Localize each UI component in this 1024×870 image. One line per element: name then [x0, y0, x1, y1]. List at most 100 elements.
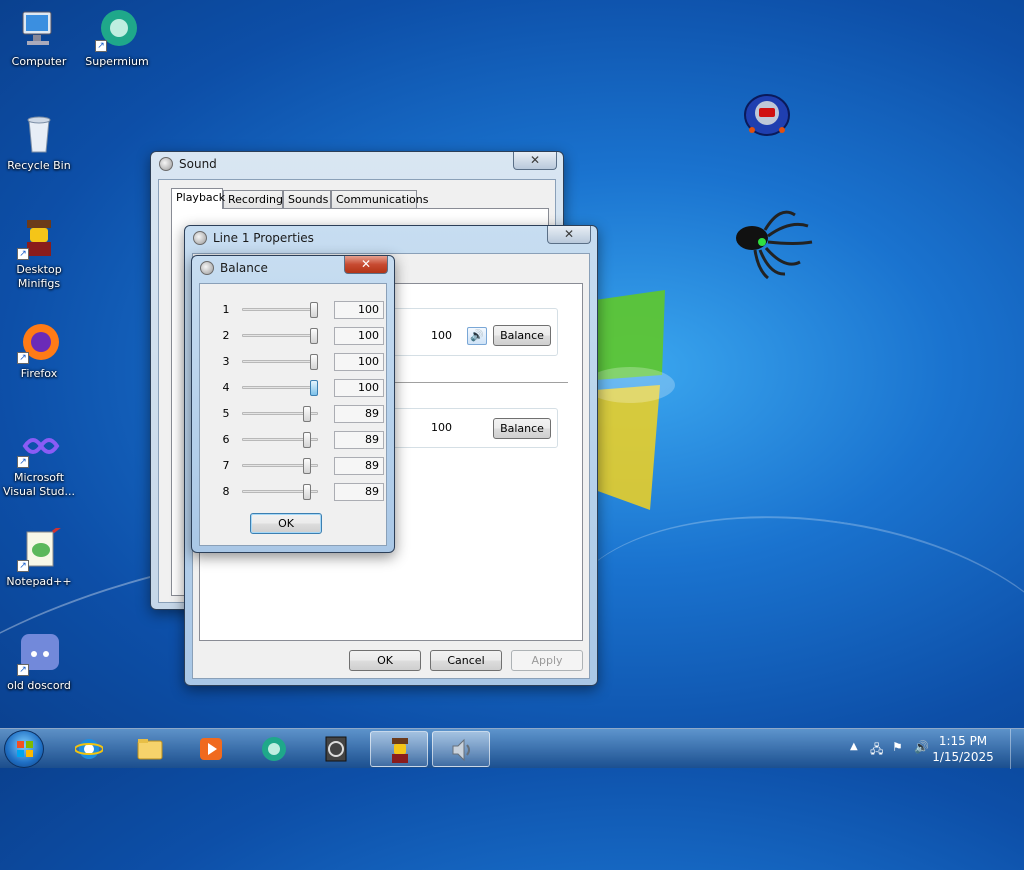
window-title: Line 1 Properties [213, 231, 314, 245]
taskbar-item-media-player[interactable] [182, 731, 240, 767]
channel-label: 4 [222, 381, 230, 394]
desktop-icon-minifigs[interactable]: ↗ Desktop Minifigs [0, 216, 78, 291]
balance-titlebar[interactable]: Balance ✕ [192, 256, 394, 282]
internet-explorer-icon [75, 739, 103, 759]
supermium-icon [262, 737, 286, 761]
tab-playback[interactable]: Playback [171, 188, 225, 209]
desktop-icon-label: Desktop Minifigs [16, 263, 62, 290]
balance-channel-row: 2 100 [220, 326, 390, 346]
shortcut-arrow-icon: ↗ [17, 560, 29, 572]
winrar-icon [325, 736, 347, 762]
channel-value-field[interactable]: 100 [334, 301, 384, 319]
start-button[interactable] [4, 730, 44, 768]
recycle-bin-icon [17, 112, 61, 156]
taskbar-item-winrar[interactable] [307, 731, 365, 767]
action-center-flag-icon[interactable]: ⚑ [892, 740, 903, 754]
desktop-icon-firefox[interactable]: ↗ Firefox [0, 320, 78, 381]
discord-icon: ↗ [17, 632, 61, 676]
slider-thumb[interactable] [302, 484, 311, 500]
balance-channel-row: 3 100 [220, 352, 390, 372]
properties-titlebar[interactable]: Line 1 Properties ✕ [185, 226, 597, 252]
channel-label: 6 [222, 433, 230, 446]
channel-value-field[interactable]: 100 [334, 353, 384, 371]
balance-channel-row: 4 100 [220, 378, 390, 398]
taskbar-item-minifigs[interactable] [370, 731, 428, 767]
tab-communications[interactable]: Communications [331, 190, 428, 208]
desktop-icon-computer[interactable]: Computer [0, 8, 78, 69]
channel-value-field[interactable]: 89 [334, 483, 384, 501]
volume-icon[interactable]: 🔊 [914, 740, 929, 754]
channel-label: 5 [222, 407, 230, 420]
slider-thumb[interactable] [302, 458, 311, 474]
network-icon[interactable]: 🖧 [870, 740, 883, 761]
channel-value-field[interactable]: 89 [334, 405, 384, 423]
desktop-icon-visual-studio[interactable]: ↗ Microsoft Visual Stud... [0, 424, 78, 499]
ok-button[interactable]: OK [349, 650, 421, 671]
desktop-icon-notepadpp[interactable]: ↗ Notepad++ [0, 524, 78, 589]
channel-label: 2 [222, 329, 230, 342]
channel-label: 8 [222, 485, 230, 498]
shortcut-arrow-icon: ↗ [17, 352, 29, 364]
balance-dialog[interactable]: Balance ✕ 1 100 2 100 3 100 4 100 5 89 6 89 7 89 8 89 O… [191, 255, 395, 553]
desktop-icon-recycle-bin[interactable]: Recycle Bin [0, 112, 78, 173]
speaker-icon [452, 738, 470, 762]
slider-track[interactable] [242, 360, 318, 363]
taskbar-item-ie[interactable] [60, 731, 118, 767]
close-button[interactable]: ✕ [344, 256, 388, 274]
desktop-icon-label: old doscord [7, 679, 71, 692]
shortcut-arrow-icon: ↗ [17, 456, 29, 468]
desktop-icon-label: Computer [11, 55, 67, 68]
balance-channel-row: 5 89 [220, 404, 390, 424]
apply-button[interactable]: Apply [511, 650, 583, 671]
channel-value-field[interactable]: 89 [334, 431, 384, 449]
slider-thumb[interactable] [310, 380, 318, 396]
taskbar-item-sound[interactable] [432, 731, 490, 767]
computer-icon [17, 8, 61, 52]
channel-value-field[interactable]: 100 [334, 379, 384, 397]
lego-radio-gadget [744, 94, 790, 136]
slider-thumb[interactable] [302, 406, 311, 422]
slider-thumb[interactable] [310, 302, 318, 318]
octopus-gadget [736, 210, 813, 280]
taskbar-item-explorer[interactable] [121, 731, 179, 767]
desktop-icon-supermium[interactable]: ↗ Supermium [78, 8, 156, 69]
level-value: 100 [431, 329, 452, 342]
windows-logo-icon [17, 741, 33, 757]
slider-track[interactable] [242, 334, 318, 337]
channel-value-field[interactable]: 100 [334, 327, 384, 345]
ok-button[interactable]: OK [250, 513, 322, 534]
level-value: 100 [431, 421, 452, 434]
visual-studio-icon: ↗ [17, 424, 61, 468]
balance-channel-row: 8 89 [220, 482, 390, 502]
balance-button[interactable]: Balance [493, 325, 551, 346]
clock[interactable]: 1:15 PM 1/15/2025 [928, 733, 998, 765]
close-button[interactable]: ✕ [513, 152, 557, 170]
speaker-icon [200, 261, 214, 275]
level-group-2: 100 Balance [390, 408, 558, 448]
slider-thumb[interactable] [310, 328, 318, 344]
cancel-button[interactable]: Cancel [430, 650, 502, 671]
slider-thumb[interactable] [302, 432, 311, 448]
tab-recording[interactable]: Recording [223, 190, 283, 208]
channel-label: 7 [222, 459, 230, 472]
notepadpp-icon: ↗ [17, 524, 62, 572]
speaker-icon [193, 231, 207, 245]
balance-button[interactable]: Balance [493, 418, 551, 439]
tab-sounds[interactable]: Sounds [283, 190, 331, 208]
desktop-icon-discord[interactable]: ↗ old doscord [0, 632, 78, 693]
close-button[interactable]: ✕ [547, 226, 591, 244]
supermium-icon: ↗ [95, 8, 139, 52]
slider-thumb[interactable] [310, 354, 318, 370]
firefox-icon: ↗ [17, 320, 61, 364]
slider-track[interactable] [242, 386, 318, 389]
show-desktop-button[interactable] [1010, 729, 1024, 769]
taskbar-item-supermium[interactable] [245, 731, 303, 767]
sound-titlebar[interactable]: Sound ✕ [151, 152, 563, 178]
channel-value-field[interactable]: 89 [334, 457, 384, 475]
speaker-mute-icon[interactable]: 🔊 [467, 327, 487, 345]
shortcut-arrow-icon: ↗ [17, 664, 29, 676]
window-title: Balance [220, 261, 268, 275]
show-hidden-icons-icon[interactable]: ▲ [850, 741, 858, 752]
level-group-1: 100 🔊 Balance [390, 308, 558, 356]
slider-track[interactable] [242, 308, 318, 311]
